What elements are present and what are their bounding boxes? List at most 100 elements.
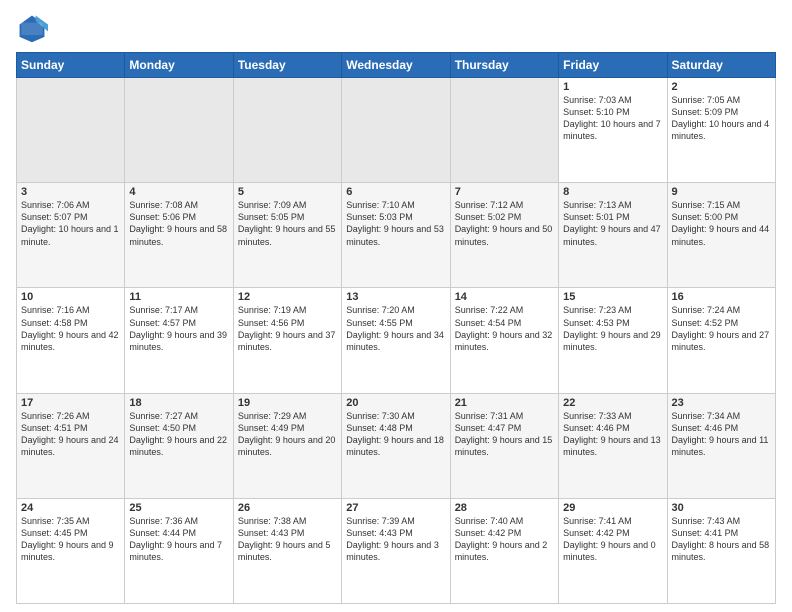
day-number: 16 [672,291,771,303]
day-number: 5 [238,186,337,198]
day-info: Sunrise: 7:08 AM Sunset: 5:06 PM Dayligh… [129,199,228,248]
day-info: Sunrise: 7:15 AM Sunset: 5:00 PM Dayligh… [672,199,771,248]
day-number: 27 [346,502,445,514]
day-info: Sunrise: 7:12 AM Sunset: 5:02 PM Dayligh… [455,199,554,248]
day-number: 24 [21,502,120,514]
calendar-cell: 19Sunrise: 7:29 AM Sunset: 4:49 PM Dayli… [233,393,341,498]
calendar-cell: 10Sunrise: 7:16 AM Sunset: 4:58 PM Dayli… [17,288,125,393]
day-number: 10 [21,291,120,303]
weekday-header: Thursday [450,53,558,78]
calendar-cell: 20Sunrise: 7:30 AM Sunset: 4:48 PM Dayli… [342,393,450,498]
calendar-cell: 24Sunrise: 7:35 AM Sunset: 4:45 PM Dayli… [17,498,125,603]
day-number: 3 [21,186,120,198]
calendar-cell [125,78,233,183]
calendar-row: 10Sunrise: 7:16 AM Sunset: 4:58 PM Dayli… [17,288,776,393]
weekday-header: Wednesday [342,53,450,78]
calendar-cell: 23Sunrise: 7:34 AM Sunset: 4:46 PM Dayli… [667,393,775,498]
day-info: Sunrise: 7:27 AM Sunset: 4:50 PM Dayligh… [129,410,228,459]
day-info: Sunrise: 7:35 AM Sunset: 4:45 PM Dayligh… [21,515,120,564]
day-info: Sunrise: 7:33 AM Sunset: 4:46 PM Dayligh… [563,410,662,459]
calendar-cell: 28Sunrise: 7:40 AM Sunset: 4:42 PM Dayli… [450,498,558,603]
calendar-cell [450,78,558,183]
day-info: Sunrise: 7:09 AM Sunset: 5:05 PM Dayligh… [238,199,337,248]
calendar-cell: 22Sunrise: 7:33 AM Sunset: 4:46 PM Dayli… [559,393,667,498]
day-number: 26 [238,502,337,514]
day-info: Sunrise: 7:43 AM Sunset: 4:41 PM Dayligh… [672,515,771,564]
day-number: 22 [563,397,662,409]
calendar-cell: 8Sunrise: 7:13 AM Sunset: 5:01 PM Daylig… [559,183,667,288]
calendar-cell: 9Sunrise: 7:15 AM Sunset: 5:00 PM Daylig… [667,183,775,288]
day-number: 7 [455,186,554,198]
day-info: Sunrise: 7:22 AM Sunset: 4:54 PM Dayligh… [455,304,554,353]
day-info: Sunrise: 7:19 AM Sunset: 4:56 PM Dayligh… [238,304,337,353]
day-info: Sunrise: 7:31 AM Sunset: 4:47 PM Dayligh… [455,410,554,459]
day-info: Sunrise: 7:06 AM Sunset: 5:07 PM Dayligh… [21,199,120,248]
day-info: Sunrise: 7:16 AM Sunset: 4:58 PM Dayligh… [21,304,120,353]
day-number: 20 [346,397,445,409]
day-number: 2 [672,81,771,93]
calendar-cell: 7Sunrise: 7:12 AM Sunset: 5:02 PM Daylig… [450,183,558,288]
calendar-header-row: SundayMondayTuesdayWednesdayThursdayFrid… [17,53,776,78]
header [16,12,776,44]
calendar-cell [17,78,125,183]
day-info: Sunrise: 7:36 AM Sunset: 4:44 PM Dayligh… [129,515,228,564]
calendar-cell: 30Sunrise: 7:43 AM Sunset: 4:41 PM Dayli… [667,498,775,603]
calendar-cell: 16Sunrise: 7:24 AM Sunset: 4:52 PM Dayli… [667,288,775,393]
day-info: Sunrise: 7:39 AM Sunset: 4:43 PM Dayligh… [346,515,445,564]
day-number: 14 [455,291,554,303]
day-info: Sunrise: 7:17 AM Sunset: 4:57 PM Dayligh… [129,304,228,353]
weekday-header: Saturday [667,53,775,78]
day-number: 6 [346,186,445,198]
calendar-cell: 11Sunrise: 7:17 AM Sunset: 4:57 PM Dayli… [125,288,233,393]
calendar-row: 24Sunrise: 7:35 AM Sunset: 4:45 PM Dayli… [17,498,776,603]
calendar-cell: 18Sunrise: 7:27 AM Sunset: 4:50 PM Dayli… [125,393,233,498]
day-info: Sunrise: 7:26 AM Sunset: 4:51 PM Dayligh… [21,410,120,459]
day-info: Sunrise: 7:20 AM Sunset: 4:55 PM Dayligh… [346,304,445,353]
day-info: Sunrise: 7:40 AM Sunset: 4:42 PM Dayligh… [455,515,554,564]
day-number: 21 [455,397,554,409]
day-number: 28 [455,502,554,514]
day-number: 23 [672,397,771,409]
calendar-cell: 25Sunrise: 7:36 AM Sunset: 4:44 PM Dayli… [125,498,233,603]
calendar-cell: 1Sunrise: 7:03 AM Sunset: 5:10 PM Daylig… [559,78,667,183]
day-number: 15 [563,291,662,303]
day-number: 30 [672,502,771,514]
calendar-row: 1Sunrise: 7:03 AM Sunset: 5:10 PM Daylig… [17,78,776,183]
calendar-cell [342,78,450,183]
calendar-cell: 13Sunrise: 7:20 AM Sunset: 4:55 PM Dayli… [342,288,450,393]
logo [16,12,52,44]
calendar-cell: 4Sunrise: 7:08 AM Sunset: 5:06 PM Daylig… [125,183,233,288]
calendar-cell: 5Sunrise: 7:09 AM Sunset: 5:05 PM Daylig… [233,183,341,288]
day-number: 12 [238,291,337,303]
weekday-header: Tuesday [233,53,341,78]
day-info: Sunrise: 7:03 AM Sunset: 5:10 PM Dayligh… [563,94,662,143]
calendar-row: 17Sunrise: 7:26 AM Sunset: 4:51 PM Dayli… [17,393,776,498]
day-number: 9 [672,186,771,198]
calendar-cell: 27Sunrise: 7:39 AM Sunset: 4:43 PM Dayli… [342,498,450,603]
day-info: Sunrise: 7:30 AM Sunset: 4:48 PM Dayligh… [346,410,445,459]
day-number: 13 [346,291,445,303]
calendar-cell: 15Sunrise: 7:23 AM Sunset: 4:53 PM Dayli… [559,288,667,393]
calendar-cell: 29Sunrise: 7:41 AM Sunset: 4:42 PM Dayli… [559,498,667,603]
day-info: Sunrise: 7:13 AM Sunset: 5:01 PM Dayligh… [563,199,662,248]
day-info: Sunrise: 7:29 AM Sunset: 4:49 PM Dayligh… [238,410,337,459]
calendar-cell [233,78,341,183]
day-number: 25 [129,502,228,514]
day-number: 29 [563,502,662,514]
day-info: Sunrise: 7:24 AM Sunset: 4:52 PM Dayligh… [672,304,771,353]
day-number: 19 [238,397,337,409]
calendar-table: SundayMondayTuesdayWednesdayThursdayFrid… [16,52,776,604]
calendar-cell: 26Sunrise: 7:38 AM Sunset: 4:43 PM Dayli… [233,498,341,603]
page: SundayMondayTuesdayWednesdayThursdayFrid… [0,0,792,612]
day-info: Sunrise: 7:34 AM Sunset: 4:46 PM Dayligh… [672,410,771,459]
day-number: 18 [129,397,228,409]
calendar-cell: 12Sunrise: 7:19 AM Sunset: 4:56 PM Dayli… [233,288,341,393]
day-info: Sunrise: 7:05 AM Sunset: 5:09 PM Dayligh… [672,94,771,143]
day-number: 17 [21,397,120,409]
day-info: Sunrise: 7:23 AM Sunset: 4:53 PM Dayligh… [563,304,662,353]
calendar-cell: 14Sunrise: 7:22 AM Sunset: 4:54 PM Dayli… [450,288,558,393]
calendar-cell: 3Sunrise: 7:06 AM Sunset: 5:07 PM Daylig… [17,183,125,288]
weekday-header: Friday [559,53,667,78]
day-number: 4 [129,186,228,198]
day-number: 11 [129,291,228,303]
